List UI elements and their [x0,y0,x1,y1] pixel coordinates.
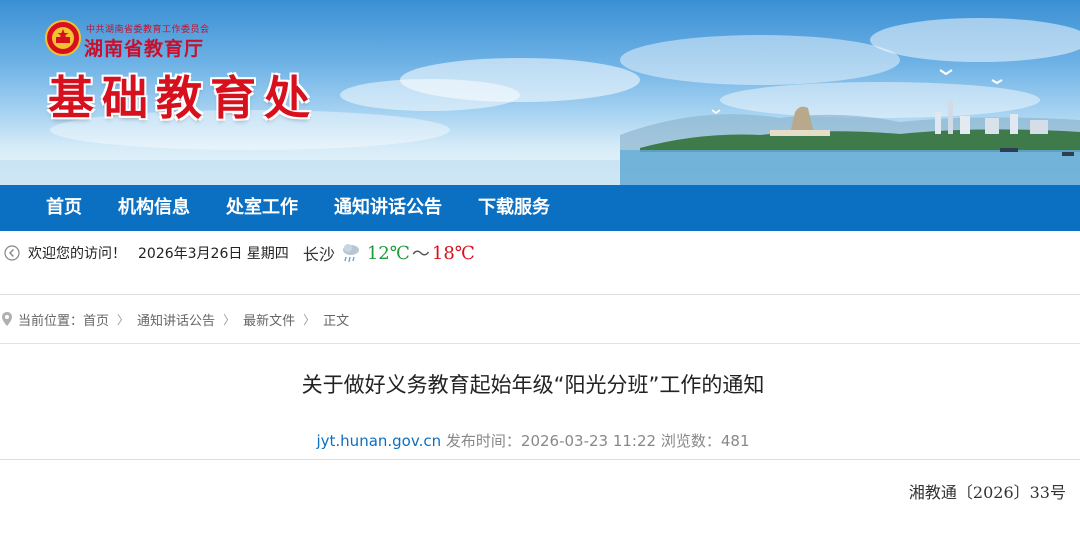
divider [0,459,1080,460]
breadcrumb-separator: 〉 [223,312,236,327]
rain-cloud-icon [342,244,359,263]
main-nav: 首页 机构信息 处室工作 通知讲话公告 下载服务 [0,185,1080,231]
welcome-text: 欢迎您的访问！ [28,246,126,262]
divider [0,294,1080,295]
breadcrumb-latest-files[interactable]: 最新文件 [243,310,295,329]
nav-item-organization[interactable]: 机构信息 [100,185,208,231]
current-date: 2026年3月26日 星期四 [138,246,289,262]
publish-time: 2026-03-23 11:22 [520,432,657,450]
nav-item-home[interactable]: 首页 [0,185,100,231]
publish-time-label: 发布时间： [445,432,521,450]
nav-item-division-work[interactable]: 处室工作 [208,185,316,231]
nav-item-notices[interactable]: 通知讲话公告 [316,185,460,231]
breadcrumb-separator: 〉 [303,312,316,327]
article-source-link[interactable]: jyt.hunan.gov.cn [316,432,441,450]
weather-city: 长沙 [302,245,335,264]
breadcrumb: 当前位置： 首页 〉 通知讲话公告 〉 最新文件 〉 正文 [0,306,349,332]
info-bar: 欢迎您的访问！ 2026年3月26日 星期四 长沙 12℃ ～ 18℃ [0,231,1080,275]
article-meta: jyt.hunan.gov.cn 发布时间：2026-03-23 11:22 浏… [0,430,1066,451]
view-count-label: 浏览数： [660,432,721,450]
header-banner: 中共湖南省委教育工作委员会 湖南省教育厅 基础教育处 [0,0,1080,185]
temperature-range-separator: ～ [411,244,430,265]
divider [0,343,1080,344]
breadcrumb-current: 正文 [323,313,350,329]
breadcrumb-separator: 〉 [117,312,130,327]
view-count: 481 [720,432,750,450]
breadcrumb-prefix: 当前位置： [18,313,84,329]
document-number: 湘教通〔2026〕33号 [908,483,1066,502]
article-title: 关于做好义务教育起始年级“阳光分班”工作的通知 [301,373,765,397]
site-title: 基础教育处 [48,71,318,125]
breadcrumb-home[interactable]: 首页 [83,310,109,329]
department-name: 湖南省教育厅 [84,38,205,60]
chevron-left-circle-icon [4,245,20,261]
location-pin-icon [2,312,12,326]
nav-item-downloads[interactable]: 下载服务 [460,185,568,231]
breadcrumb-notices[interactable]: 通知讲话公告 [137,310,215,329]
national-emblem-icon [45,20,81,56]
temperature-low: 12℃ [366,242,410,264]
temperature-high: 18℃ [431,242,475,264]
